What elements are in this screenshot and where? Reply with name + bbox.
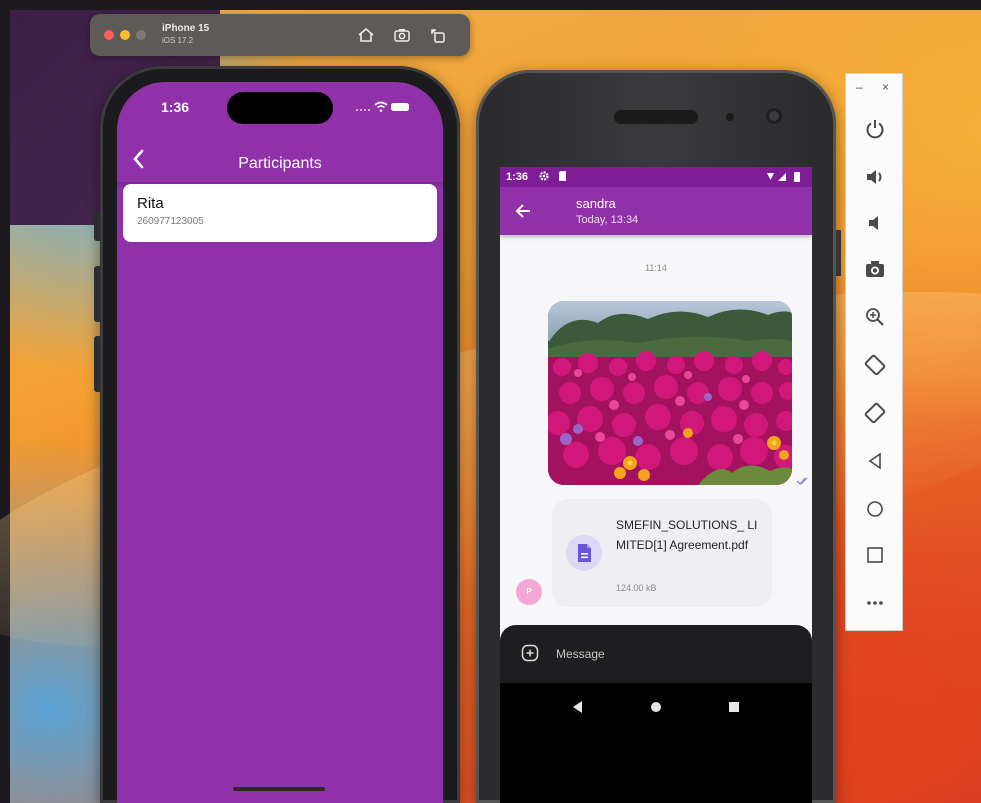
android-emulator: 1:36 sandra Today, 13:34 11:14 SMEFIN_SO… — [476, 70, 841, 803]
chat-app-bar: sandra Today, 13:34 — [500, 187, 812, 235]
device-name: iPhone 15 — [162, 23, 210, 34]
flowers-photo — [548, 301, 792, 485]
sd-card-icon — [558, 170, 568, 185]
android-status-bar: 1:36 — [500, 167, 812, 187]
simulator-toolbar: iPhone 15 iOS 17.2 — [90, 14, 470, 56]
status-icons — [353, 100, 413, 114]
back-icon[interactable] — [860, 446, 890, 476]
home-circle-icon[interactable] — [646, 697, 666, 717]
emulator-controls-panel: – × — [845, 73, 903, 631]
file-icon — [566, 535, 602, 571]
front-camera — [766, 108, 782, 124]
status-time: 1:36 — [161, 99, 190, 115]
rotate-left-icon[interactable] — [860, 350, 890, 380]
android-screen: 1:36 sandra Today, 13:34 11:14 SMEFIN_SO… — [500, 167, 812, 803]
contact-name[interactable]: sandra — [576, 196, 616, 211]
home-icon[interactable] — [860, 494, 890, 524]
earpiece — [614, 110, 698, 124]
power-icon[interactable] — [860, 114, 890, 144]
power-hardware-button[interactable] — [836, 230, 841, 276]
add-attachment-icon[interactable] — [520, 643, 540, 663]
participant-phone: 260977123005 — [137, 216, 204, 227]
close-window-button[interactable] — [104, 30, 114, 40]
minimize-window-button[interactable] — [120, 30, 130, 40]
iphone-simulator: 1:36 Participants Rita 260977123005 — [94, 66, 460, 803]
zoom-icon[interactable] — [860, 302, 890, 332]
volume-down-button[interactable] — [94, 336, 100, 392]
camera-icon[interactable] — [860, 254, 890, 284]
dynamic-island — [227, 92, 333, 124]
back-arrow-icon[interactable] — [514, 201, 534, 221]
home-icon[interactable] — [356, 25, 376, 45]
message-time-separator: 11:14 — [645, 263, 667, 273]
file-size: 124.00 kB — [616, 583, 657, 593]
zoom-window-button[interactable] — [136, 30, 146, 40]
file-message[interactable]: SMEFIN_SOLUTIONS_ LIMITED[1] Agreement.p… — [552, 499, 772, 607]
volume-down-icon[interactable] — [860, 208, 890, 238]
volume-up-button[interactable] — [94, 266, 100, 322]
page-title: Participants — [238, 155, 322, 172]
rotate-right-icon[interactable] — [860, 398, 890, 428]
last-seen: Today, 13:34 — [576, 214, 639, 226]
message-composer: Message — [500, 625, 812, 683]
back-triangle-icon[interactable] — [568, 697, 588, 717]
settings-gear-icon — [538, 170, 550, 185]
android-nav-bar — [500, 683, 812, 803]
signal-battery-icons — [766, 170, 806, 185]
minimize-panel-button[interactable]: – — [856, 80, 863, 94]
file-name: SMEFIN_SOLUTIONS_ LIMITED[1] Agreement.p… — [616, 518, 758, 552]
rotate-icon[interactable] — [428, 25, 448, 45]
read-receipt-icon — [796, 473, 810, 485]
iphone-screen: 1:36 Participants Rita 260977123005 — [117, 82, 443, 803]
image-message[interactable] — [548, 301, 792, 485]
device-os-version: iOS 17.2 — [162, 36, 194, 45]
participant-list-item[interactable]: Rita 260977123005 — [123, 184, 437, 242]
participant-name: Rita — [137, 195, 164, 212]
volume-up-icon[interactable] — [860, 162, 890, 192]
message-input[interactable]: Message — [556, 647, 605, 661]
home-indicator[interactable] — [233, 787, 325, 791]
sensor — [726, 113, 734, 121]
close-panel-button[interactable]: × — [882, 80, 889, 94]
overview-icon[interactable] — [860, 540, 890, 570]
more-icon[interactable] — [860, 588, 890, 618]
cellular-icon — [356, 109, 370, 111]
status-time: 1:36 — [506, 171, 529, 183]
avatar[interactable]: P — [516, 579, 542, 605]
screenshot-icon[interactable] — [392, 25, 412, 45]
action-button[interactable] — [94, 211, 100, 241]
recents-square-icon[interactable] — [724, 697, 744, 717]
